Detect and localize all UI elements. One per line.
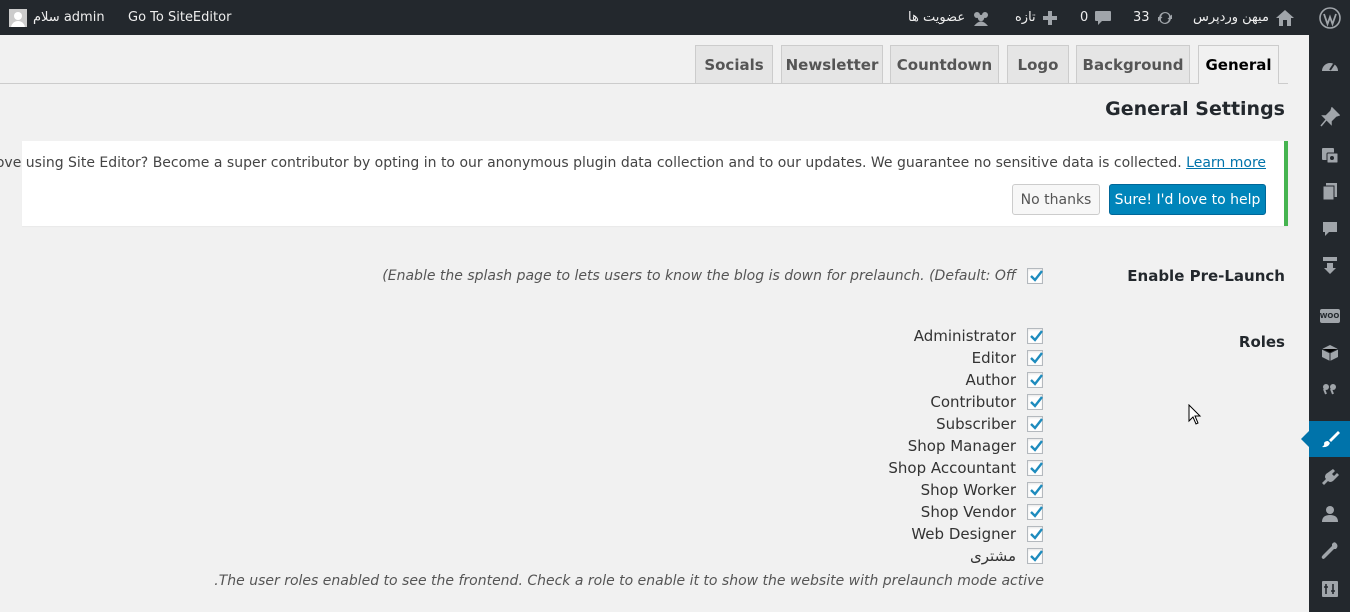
pin-icon[interactable]: [1309, 99, 1350, 135]
notice-message: Love using Site Editor? Become a super c…: [0, 155, 1266, 171]
checkmark-icon: [1030, 484, 1043, 496]
no-thanks-button[interactable]: No thanks: [1012, 184, 1100, 215]
plus-icon: [1042, 10, 1058, 26]
role-label: Subscriber: [936, 415, 1016, 433]
site-name: میهن وردپرس: [1193, 10, 1269, 25]
settings-icon[interactable]: [1309, 571, 1350, 607]
role-label: Shop Manager: [907, 437, 1016, 455]
checkmark-icon: [1030, 374, 1043, 386]
tab-socials[interactable]: Socials: [695, 45, 773, 83]
role-checkbox[interactable]: [1027, 482, 1043, 498]
role-checkbox[interactable]: [1027, 504, 1043, 520]
prelaunch-label: Enable Pre-Launch: [1127, 267, 1285, 285]
home-icon: [1275, 9, 1295, 27]
role-label: Contributor: [930, 393, 1016, 411]
role-label: مشتری: [970, 547, 1016, 565]
role-checkbox[interactable]: [1027, 460, 1043, 476]
role-checkbox[interactable]: [1027, 394, 1043, 410]
users-icon[interactable]: [1309, 496, 1350, 532]
comment-bubble-icon: [1094, 10, 1112, 26]
roles-description: .The user roles enabled to see the front…: [214, 573, 1044, 589]
site-name-menu[interactable]: میهن وردپرس: [1193, 0, 1295, 35]
woocommerce-icon[interactable]: WOO: [1309, 298, 1350, 334]
checkmark-icon: [1030, 550, 1043, 562]
checkmark-icon: [1030, 352, 1043, 364]
role-checkbox[interactable]: [1027, 526, 1043, 542]
pages-icon[interactable]: [1309, 173, 1350, 209]
products-icon[interactable]: [1309, 335, 1350, 371]
role-label: Shop Vendor: [920, 503, 1016, 521]
admin-bar: سلام admin Go To SiteEditor عضویت ها تاز…: [0, 0, 1350, 35]
updates-count: 33: [1133, 10, 1150, 25]
checkmark-icon: [1030, 440, 1043, 452]
tab-general[interactable]: General: [1198, 45, 1279, 84]
greeting-text: سلام admin: [33, 10, 105, 25]
role-checkbox[interactable]: [1027, 372, 1043, 388]
avatar: [9, 8, 27, 27]
quotes-icon[interactable]: [1309, 371, 1350, 407]
role-label: Shop Accountant: [888, 459, 1016, 477]
tab-countdown[interactable]: Countdown: [890, 45, 999, 83]
checkmark-icon: [1030, 270, 1043, 282]
page-title: General Settings: [1105, 98, 1285, 120]
prelaunch-checkbox[interactable]: [1027, 268, 1043, 284]
checkmark-icon: [1030, 396, 1043, 408]
role-label: Shop Worker: [920, 481, 1016, 499]
new-label: تازه: [1015, 10, 1036, 25]
tab-background[interactable]: Background: [1076, 45, 1190, 83]
tools-icon[interactable]: [1309, 533, 1350, 569]
opt-in-notice: Love using Site Editor? Become a super c…: [0, 141, 1288, 226]
media-icon[interactable]: [1309, 137, 1350, 173]
mouse-cursor-icon: [1188, 404, 1202, 425]
prelaunch-description: (Enable the splash page to lets users to…: [382, 268, 1016, 284]
role-checkbox[interactable]: [1027, 416, 1043, 432]
roles-label: Roles: [1238, 333, 1285, 351]
role-label: Editor: [971, 349, 1016, 367]
role-label: Web Designer: [911, 525, 1016, 543]
site-editor-link[interactable]: Go To SiteEditor: [128, 0, 231, 35]
notice-text: Love using Site Editor? Become a super c…: [0, 155, 1182, 171]
admin-sidebar-menu: WOO: [1301, 35, 1350, 612]
role-checkbox[interactable]: [1027, 350, 1043, 366]
account-menu[interactable]: سلام admin: [9, 0, 105, 35]
learn-more-link[interactable]: Learn more: [1186, 155, 1266, 171]
checkmark-icon: [1030, 462, 1043, 474]
updates-link[interactable]: 33: [1133, 0, 1174, 35]
comments-icon[interactable]: [1309, 211, 1350, 247]
tab-logo[interactable]: Logo: [1007, 45, 1069, 83]
role-checkbox[interactable]: [1027, 438, 1043, 454]
role-label: Author: [965, 371, 1016, 389]
role-label: Administrator: [913, 327, 1016, 345]
plugins-icon[interactable]: [1309, 459, 1350, 495]
checkmark-icon: [1030, 330, 1043, 342]
new-content-menu[interactable]: تازه: [1015, 0, 1058, 35]
membership-label: عضویت ها: [908, 10, 966, 25]
membership-menu[interactable]: عضویت ها: [908, 0, 991, 35]
role-checkbox[interactable]: [1027, 328, 1043, 344]
checkmark-icon: [1030, 506, 1043, 518]
checkmark-icon: [1030, 418, 1043, 430]
refresh-icon: [1156, 9, 1174, 27]
tabs-baseline: [0, 83, 1288, 84]
wordpress-logo-icon[interactable]: [1319, 0, 1341, 35]
checkmark-icon: [1030, 528, 1043, 540]
comments-link[interactable]: 0: [1080, 0, 1112, 35]
role-checkbox[interactable]: [1027, 548, 1043, 564]
dashboard-icon[interactable]: [1309, 49, 1350, 85]
feedback-icon[interactable]: [1309, 247, 1350, 283]
tab-newsletter[interactable]: Newsletter: [781, 45, 883, 83]
opt-in-button[interactable]: Sure! I'd love to help: [1109, 184, 1266, 215]
appearance-icon[interactable]: [1301, 421, 1350, 457]
comments-count: 0: [1080, 10, 1089, 25]
groups-icon: [971, 10, 991, 26]
